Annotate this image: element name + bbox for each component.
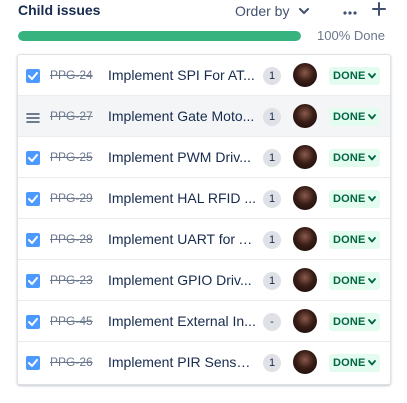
chevron-down-icon [367,155,376,161]
story-points-badge: 1 [263,190,281,208]
child-issue-row[interactable]: PPG-27 Implement Gate Moto... 1 DONE [18,96,390,137]
chevron-down-icon [367,114,376,120]
assignee-avatar[interactable] [293,268,317,292]
status-label: DONE [333,234,366,246]
child-issue-row[interactable]: PPG-25 Implement PWM Driv... 1 DONE [18,137,390,178]
more-icon [343,2,357,20]
story-points-badge: 1 [263,231,281,249]
child-issue-row[interactable]: PPG-45 Implement External In... - DONE [18,301,390,342]
chevron-down-icon [367,196,376,202]
assignee-avatar[interactable] [293,186,317,210]
done-checkbox-icon[interactable] [26,192,40,206]
chevron-down-icon [367,319,376,325]
issue-key-link[interactable]: PPG-23 [50,273,93,287]
progress-bar [18,31,301,41]
plus-icon [372,1,386,21]
done-checkbox-icon[interactable] [26,233,40,247]
assignee-avatar[interactable] [293,309,317,333]
status-dropdown[interactable]: DONE [329,313,380,331]
issue-key-link[interactable]: PPG-24 [50,68,93,82]
child-issues-header: Child issues Order by [18,0,392,24]
order-by-button[interactable]: Order by [235,0,310,22]
status-dropdown[interactable]: DONE [329,272,380,290]
assignee-avatar[interactable] [293,63,317,87]
done-checkbox-icon[interactable] [26,274,40,288]
chevron-down-icon [367,73,376,79]
status-label: DONE [333,152,366,164]
issue-summary-link[interactable]: Implement External In... [108,313,258,329]
status-label: DONE [333,357,366,369]
status-label: DONE [333,275,366,287]
issue-key-link[interactable]: PPG-28 [50,232,93,246]
status-dropdown[interactable]: DONE [329,190,380,208]
chevron-down-icon [367,360,376,366]
story-points-badge: 1 [263,67,281,85]
progress-bar-fill [18,31,301,41]
issue-summary-link[interactable]: Implement UART for A... [108,231,258,247]
issue-summary-link[interactable]: Implement PWM Driv... [108,149,258,165]
story-points-badge: - [263,313,281,331]
issue-key-link[interactable]: PPG-29 [50,191,93,205]
child-issue-list: PPG-24 Implement SPI For AT... 1 DONE PPG-27… [17,54,391,385]
status-dropdown[interactable]: DONE [329,108,380,126]
issue-summary-link[interactable]: Implement Gate Moto... [108,108,258,124]
status-label: DONE [333,70,366,82]
story-points-badge: 1 [263,272,281,290]
issue-summary-link[interactable]: Implement GPIO Driv... [108,272,258,288]
status-dropdown[interactable]: DONE [329,149,380,167]
chevron-down-icon [367,278,376,284]
story-points-badge: 1 [263,149,281,167]
issue-key-link[interactable]: PPG-26 [50,355,93,369]
status-dropdown[interactable]: DONE [329,231,380,249]
status-label: DONE [333,111,366,123]
status-label: DONE [333,316,366,328]
done-checkbox-icon[interactable] [26,315,40,329]
more-actions-button[interactable] [339,0,361,22]
issue-key-link[interactable]: PPG-27 [50,109,93,123]
issue-summary-link[interactable]: Implement HAL RFID ... [108,190,258,206]
status-label: DONE [333,193,366,205]
done-checkbox-icon[interactable] [26,356,40,370]
panel-title: Child issues [18,2,101,18]
issue-key-link[interactable]: PPG-45 [50,314,93,328]
done-checkbox-icon[interactable] [26,151,40,165]
drag-handle-icon[interactable] [26,111,40,123]
chevron-down-icon [367,237,376,243]
story-points-badge: 1 [263,108,281,126]
add-child-issue-button[interactable] [368,0,390,22]
assignee-avatar[interactable] [293,350,317,374]
assignee-avatar[interactable] [293,104,317,128]
child-issue-row[interactable]: PPG-24 Implement SPI For AT... 1 DONE [18,55,390,96]
issue-summary-link[interactable]: Implement PIR Sensor... [108,354,258,370]
child-issue-row[interactable]: PPG-28 Implement UART for A... 1 DONE [18,219,390,260]
status-dropdown[interactable]: DONE [329,354,380,372]
child-issue-row[interactable]: PPG-26 Implement PIR Sensor... 1 DONE [18,342,390,383]
status-dropdown[interactable]: DONE [329,67,380,85]
child-issue-row[interactable]: PPG-23 Implement GPIO Driv... 1 DONE [18,260,390,301]
progress-label: 100% Done [317,28,385,43]
issue-summary-link[interactable]: Implement SPI For AT... [108,67,258,83]
child-issue-row[interactable]: PPG-29 Implement HAL RFID ... 1 DONE [18,178,390,219]
chevron-down-icon [299,7,310,15]
done-checkbox-icon[interactable] [26,69,40,83]
order-by-label: Order by [235,3,290,19]
issue-key-link[interactable]: PPG-25 [50,150,93,164]
story-points-badge: 1 [263,354,281,372]
assignee-avatar[interactable] [293,145,317,169]
assignee-avatar[interactable] [293,227,317,251]
